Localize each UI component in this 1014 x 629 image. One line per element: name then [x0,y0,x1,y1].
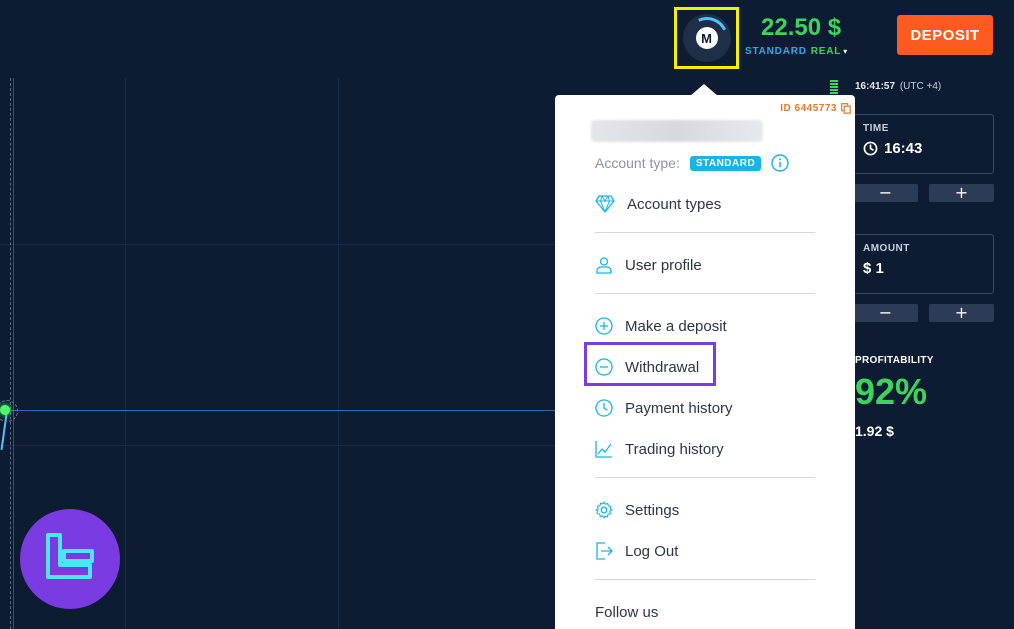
clock-icon [863,141,878,156]
plus-circle-icon [595,317,613,335]
deadline-line [13,78,14,629]
time-minus-button[interactable]: − [853,184,918,202]
account-mode-real: REAL [810,46,842,57]
brand-logo [20,509,120,609]
user-icon [596,257,612,274]
amount-field[interactable]: AMOUNT $ 1 [853,234,994,294]
user-name-blurred [591,120,763,142]
menu-item-label: Log Out [625,542,679,560]
clock-time: 16:41:57 [855,81,896,92]
time-label: TIME [863,123,889,134]
menu-item-label: Payment history [625,399,733,417]
gear-icon [595,501,613,519]
amount-minus-button[interactable]: − [853,304,918,322]
menu-divider [595,232,815,233]
amount-value: $ 1 [863,260,884,277]
avatar-button[interactable]: M [674,7,739,69]
withdrawal-highlight [584,342,716,386]
amount-plus-button[interactable]: + [929,304,994,322]
menu-item-account-types[interactable]: Account types [595,192,721,216]
user-id-text: ID 6445773 [780,103,837,114]
menu-item-trading-history[interactable]: Trading history [595,437,724,461]
menu-item-label: Trading history [625,440,724,458]
menu-item-user-profile[interactable]: User profile [595,253,702,277]
profitability-value: 92% [855,371,928,412]
menu-item-settings[interactable]: Settings [595,498,679,522]
diamond-icon [595,195,615,213]
profitability-label: PROFITABILITY [855,355,934,366]
menu-item-logout[interactable]: Log Out [595,539,678,563]
chart-icon [595,441,612,458]
menu-item-label: User profile [625,256,702,274]
menu-item-payment-history[interactable]: Payment history [595,396,733,420]
menu-divider [595,579,815,580]
grid-line [338,78,339,629]
avatar: M [679,11,734,65]
account-type-row: Account type: STANDARD [595,154,789,172]
follow-us-label: Follow us [595,604,659,621]
expiry-line [10,78,11,629]
time-value: 16:43 [884,140,923,157]
time-value-row: 16:43 [863,140,984,157]
signal-icon [830,80,838,95]
caret-down-icon: ▾ [843,47,849,56]
amount-label: AMOUNT [863,243,910,254]
info-icon[interactable] [771,154,789,172]
account-type-badge: STANDARD [689,155,762,171]
clock-timezone: (UTC +4) [899,81,942,92]
profit-amount: 1.92 $ [855,423,894,439]
copy-icon[interactable] [841,103,851,114]
menu-item-label: Make a deposit [625,317,727,335]
menu-divider [595,293,815,294]
time-plus-button[interactable]: + [929,184,994,202]
price-marker [0,405,10,415]
account-mode-standard: STANDARD [745,46,807,57]
level-progress-arc [679,11,734,65]
account-dropdown-menu: ID 6445773 Account type: STANDARD Accoun… [555,95,855,629]
menu-item-make-deposit[interactable]: Make a deposit [595,314,727,338]
account-mode: STANDARD REAL ▾ [745,46,855,57]
server-clock: 16:41:57 (UTC +4) [855,81,941,92]
user-id[interactable]: ID 6445773 [780,103,851,114]
clock-icon [595,399,613,417]
time-field[interactable]: TIME 16:43 [853,114,994,174]
balance-amount: 22.50 $ [761,14,842,41]
grid-line [125,78,126,629]
menu-item-label: Settings [625,501,680,519]
account-type-label: Account type: [595,155,680,171]
logout-icon [596,542,613,560]
menu-item-label: Account types [627,195,722,213]
brand-logo-icon [46,533,94,579]
menu-divider [595,477,815,478]
deposit-button[interactable]: DEPOSIT [897,15,993,55]
balance-selector[interactable]: 22.50 $ STANDARD REAL ▾ [745,14,855,57]
